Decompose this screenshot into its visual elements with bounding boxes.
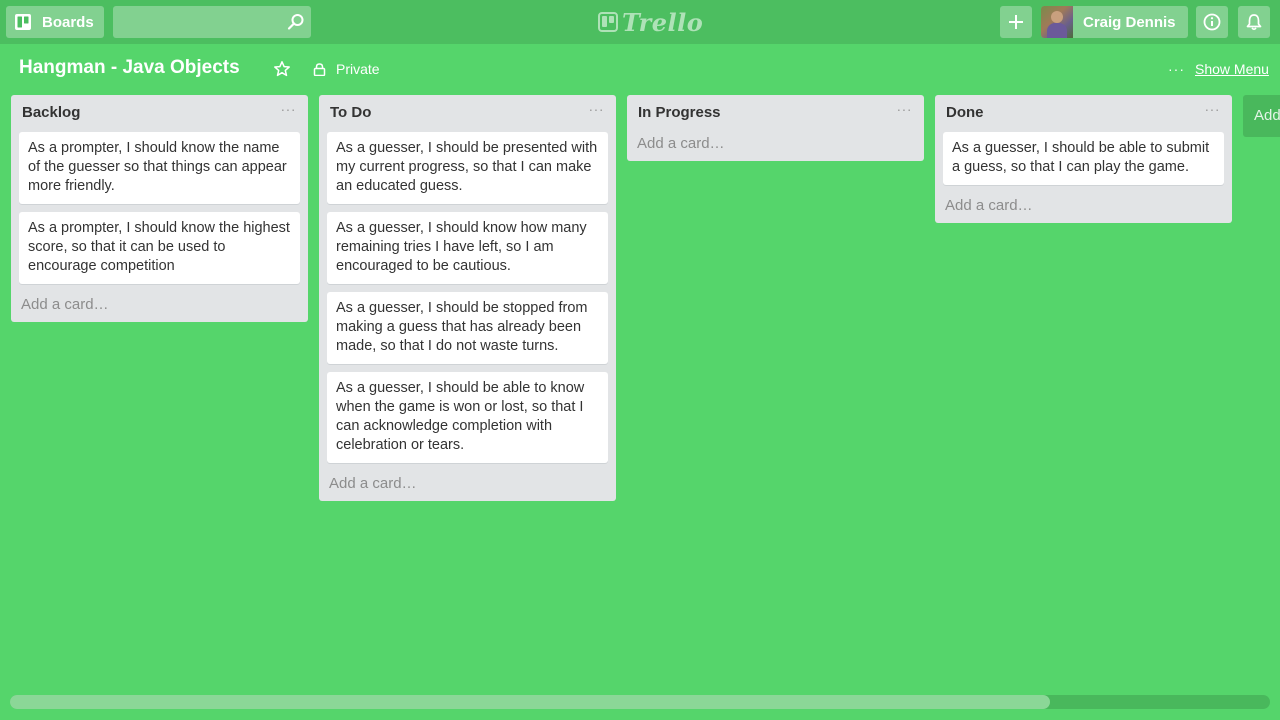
more-icon: ···	[1168, 61, 1185, 77]
member-menu-button[interactable]: Craig Dennis	[1041, 6, 1188, 38]
card-list: As a guesser, I should be able to submit…	[935, 129, 1232, 185]
add-card-button[interactable]: Add a card…	[627, 129, 924, 161]
card[interactable]: As a prompter, I should know the name of…	[19, 132, 300, 204]
list-title[interactable]: Done	[946, 104, 984, 121]
top-bar: Boards Trello Craig Dennis	[0, 0, 1280, 44]
card[interactable]: As a guesser, I should be stopped from m…	[327, 292, 608, 364]
star-icon[interactable]	[273, 60, 291, 78]
list-menu-icon[interactable]: ···	[897, 101, 913, 117]
list-header: To Do ···	[319, 95, 616, 129]
list-title[interactable]: Backlog	[22, 104, 80, 121]
card[interactable]: As a guesser, I should be able to know w…	[327, 372, 608, 463]
avatar	[1041, 6, 1073, 38]
card-list: As a guesser, I should be presented with…	[319, 129, 616, 463]
show-menu-label: Show Menu	[1195, 61, 1269, 77]
info-icon	[1203, 13, 1221, 31]
trello-logo[interactable]: Trello	[598, 7, 704, 37]
horizontal-scrollbar-thumb[interactable]	[10, 695, 1050, 709]
show-menu-button[interactable]: ··· Show Menu	[1168, 61, 1269, 77]
add-list-button[interactable]: Add a list…	[1243, 95, 1280, 137]
bell-icon	[1246, 14, 1262, 31]
search-box[interactable]	[113, 6, 311, 38]
list-backlog: Backlog ··· As a prompter, I should know…	[11, 95, 308, 322]
privacy-button[interactable]: Private	[313, 61, 380, 77]
card[interactable]: As a prompter, I should know the highest…	[19, 212, 300, 284]
boards-button[interactable]: Boards	[6, 6, 104, 38]
search-input[interactable]	[113, 6, 283, 38]
list-menu-icon[interactable]: ···	[589, 101, 605, 117]
list-menu-icon[interactable]: ···	[281, 101, 297, 117]
card[interactable]: As a guesser, I should know how many rem…	[327, 212, 608, 284]
card[interactable]: As a guesser, I should be able to submit…	[943, 132, 1224, 185]
plus-icon	[1009, 15, 1023, 29]
lock-icon	[313, 62, 326, 76]
info-button[interactable]	[1196, 6, 1228, 38]
list-header: In Progress ···	[627, 95, 924, 129]
card-list: As a prompter, I should know the name of…	[11, 129, 308, 284]
list-header: Done ···	[935, 95, 1232, 129]
add-card-button[interactable]: Add a card…	[935, 193, 1232, 223]
card[interactable]: As a guesser, I should be presented with…	[327, 132, 608, 204]
list-title[interactable]: In Progress	[638, 104, 721, 121]
list-header: Backlog ···	[11, 95, 308, 129]
search-icon[interactable]	[287, 13, 305, 31]
privacy-label: Private	[336, 61, 380, 77]
list-to-do: To Do ··· As a guesser, I should be pres…	[319, 95, 616, 501]
boards-button-label: Boards	[42, 13, 94, 31]
add-card-button[interactable]: Add a card…	[11, 292, 308, 322]
create-button[interactable]	[1000, 6, 1032, 38]
list-in-progress: In Progress ··· Add a card…	[627, 95, 924, 161]
list-title[interactable]: To Do	[330, 104, 371, 121]
board-title[interactable]: Hangman - Java Objects	[19, 57, 240, 79]
user-name: Craig Dennis	[1083, 13, 1176, 31]
trello-logo-text: Trello	[622, 7, 704, 37]
add-card-button[interactable]: Add a card…	[319, 471, 616, 501]
list-done: Done ··· As a guesser, I should be able …	[935, 95, 1232, 223]
notifications-button[interactable]	[1238, 6, 1270, 38]
trello-logo-icon	[598, 12, 618, 32]
boards-icon	[15, 14, 31, 30]
list-menu-icon[interactable]: ···	[1205, 101, 1221, 117]
